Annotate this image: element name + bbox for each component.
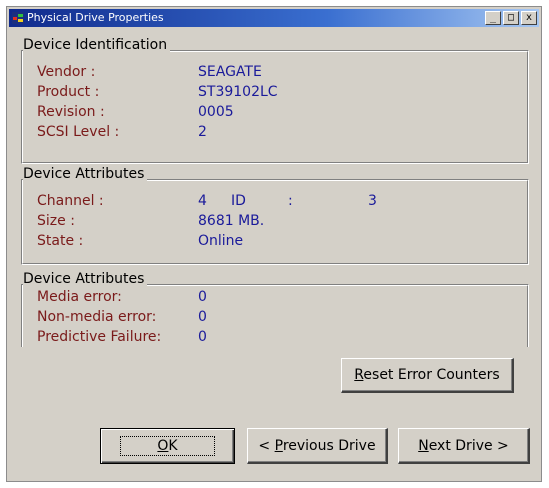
reset-button-label: Reset Error Counters [354,367,500,383]
state-label: State : [37,233,84,249]
predictive-failure-label: Predictive Failure: [37,329,162,345]
window-controls: _ □ x [485,11,537,25]
size-value: 8681 MB. [198,213,265,229]
reset-error-counters-button[interactable]: Reset Error Counters [341,358,514,393]
attributes-group [21,179,529,265]
minimize-button[interactable]: _ [485,11,501,25]
media-error-label: Media error: [37,289,122,305]
minimize-icon: _ [489,12,497,23]
error-counters-viewport: Device Attributes Media error: 0 Non-med… [17,267,533,347]
maximize-icon: □ [507,12,515,23]
title-bar[interactable]: Physical Drive Properties _ □ x [9,9,539,27]
predictive-failure-value: 0 [198,329,207,345]
vendor-value: SEAGATE [198,64,262,80]
size-label: Size : [37,213,75,229]
id-colon: : [288,193,293,209]
non-media-error-label: Non-media error: [37,309,157,325]
next-drive-label: Next Drive > [418,437,509,454]
scsi-level-label: SCSI Level : [37,124,120,140]
revision-value: 0005 [198,104,234,120]
window-title: Physical Drive Properties [27,11,164,24]
revision-label: Revision : [37,104,105,120]
non-media-error-value: 0 [198,309,207,325]
error-counters-heading: Device Attributes [23,271,148,287]
product-label: Product : [37,84,100,100]
channel-value: 4 [198,193,207,209]
next-drive-button[interactable]: Next Drive > [398,428,530,464]
close-button[interactable]: x [521,11,537,25]
channel-label: Channel : [37,193,104,209]
maximize-button[interactable]: □ [503,11,519,25]
id-value: 3 [368,193,377,209]
vendor-label: Vendor : [37,64,96,80]
ok-button-label: OK [120,436,215,456]
app-icon [12,12,24,24]
state-value: Online [198,233,244,249]
scsi-level-value: 2 [198,124,207,140]
ok-button[interactable]: OK [100,428,235,464]
id-label: ID [231,193,246,209]
physical-drive-properties-window: Physical Drive Properties _ □ x Device I… [6,6,542,482]
previous-drive-label: < Previous Drive [258,437,376,454]
identification-heading: Device Identification [23,37,171,53]
close-icon: x [525,12,533,23]
product-value: ST39102LC [198,84,278,100]
attributes-heading: Device Attributes [23,166,148,182]
previous-drive-button[interactable]: < Previous Drive [247,428,388,464]
media-error-value: 0 [198,289,207,305]
